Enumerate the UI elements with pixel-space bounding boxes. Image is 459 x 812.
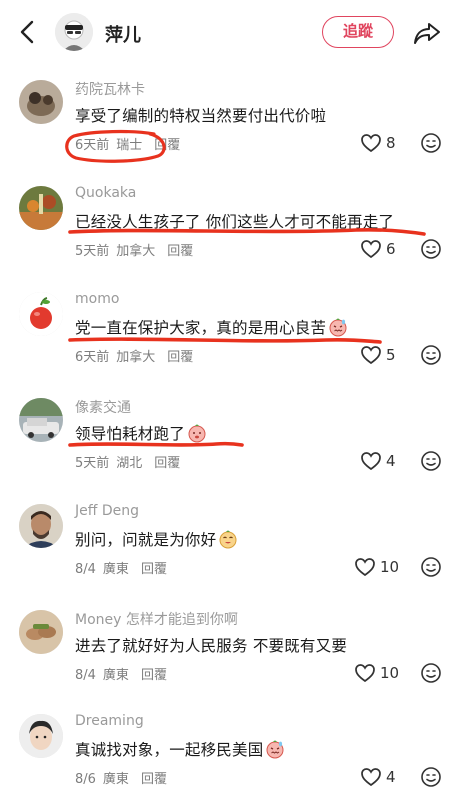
sweat-face-icon — [266, 740, 284, 759]
follow-button[interactable]: 追蹤 — [322, 16, 394, 48]
like-count: 10 — [380, 664, 400, 682]
heart-icon — [361, 240, 381, 259]
user-avatar[interactable] — [19, 610, 63, 654]
user-avatar[interactable] — [19, 714, 63, 758]
user-avatar[interactable] — [19, 504, 63, 548]
back-arrow-icon[interactable] — [14, 18, 42, 46]
comment-text: 享受了编制的特权当然要付出代价啦 — [75, 107, 327, 125]
comment-text-content: 别问，问就是为你好 — [75, 531, 217, 549]
comment-item: 像素交通 领导怕耗材跑了 5天前 湖北 回覆 4 — [0, 388, 459, 496]
comment-location: 湖北 — [116, 456, 143, 471]
comment-location: 廣東 — [102, 668, 129, 683]
comment-location: 瑞士 — [116, 138, 143, 153]
comment-text: 领导怕耗材跑了 — [75, 422, 207, 444]
comment-username[interactable]: Jeff Deng — [75, 503, 139, 519]
emoji-reaction-icon[interactable] — [420, 132, 442, 154]
comment-username[interactable]: Quokaka — [75, 185, 136, 201]
comment-meta: 8/6 廣東 回覆 — [75, 768, 174, 787]
comment-location: 廣東 — [102, 562, 129, 577]
top-bar: 萍儿 追蹤 — [0, 0, 459, 64]
like-count: 8 — [386, 134, 396, 152]
profile-avatar[interactable] — [55, 13, 93, 51]
heart-icon — [361, 346, 381, 365]
share-icon[interactable] — [412, 18, 442, 48]
comment-text: 别问，问就是为你好 — [75, 528, 238, 550]
comment-date: 8/4 — [75, 562, 96, 577]
like-count: 6 — [386, 240, 396, 258]
reply-button[interactable]: 回覆 — [154, 138, 180, 153]
comment-location: 加拿大 — [116, 244, 156, 259]
comment-text: 党一直在保护大家，真的是用心良苦 — [75, 316, 348, 338]
reply-button[interactable]: 回覆 — [154, 456, 180, 471]
comment-date: 6天前 — [75, 350, 110, 365]
comment-meta: 8/4 廣東 回覆 — [75, 664, 174, 683]
emoji-reaction-icon[interactable] — [420, 766, 442, 788]
like-button[interactable]: 10 — [354, 556, 399, 578]
comment-meta: 8/4 廣東 回覆 — [75, 558, 174, 577]
peach-face-icon — [188, 424, 206, 443]
comment-username[interactable]: 像素交通 — [75, 397, 131, 417]
heart-icon — [361, 134, 381, 153]
comment-item: Dreaming 真诚找对象，一起移民美国 8/6 廣東 回覆 4 — [0, 704, 459, 812]
reply-button[interactable]: 回覆 — [167, 244, 193, 259]
comment-date: 6天前 — [75, 138, 110, 153]
like-button[interactable]: 5 — [360, 344, 396, 366]
like-button[interactable]: 4 — [360, 766, 396, 788]
comment-meta: 5天前 加拿大 回覆 — [75, 240, 200, 259]
comment-item: Jeff Deng 别问，问就是为你好 8/4 廣東 回覆 10 — [0, 494, 459, 602]
user-avatar[interactable] — [19, 292, 63, 336]
like-button[interactable]: 8 — [360, 132, 396, 154]
happy-face-icon — [219, 530, 237, 549]
like-button[interactable]: 4 — [360, 450, 396, 472]
user-avatar[interactable] — [19, 186, 63, 230]
emoji-reaction-icon[interactable] — [420, 344, 442, 366]
comment-username[interactable]: 药院瓦林卡 — [75, 79, 145, 99]
comment-text: 进去了就好好为人民服务 不要既有又要 — [75, 637, 348, 655]
emoji-reaction-icon[interactable] — [420, 450, 442, 472]
like-count: 5 — [386, 346, 396, 364]
like-count: 10 — [380, 558, 400, 576]
comment-username[interactable]: Dreaming — [75, 713, 144, 729]
like-count: 4 — [386, 768, 396, 786]
heart-icon — [361, 452, 381, 471]
like-button[interactable]: 6 — [360, 238, 396, 260]
user-avatar[interactable] — [19, 80, 63, 124]
comment-location: 廣東 — [102, 772, 129, 787]
comment-item: momo 党一直在保护大家，真的是用心良苦 6天前 加拿大 回覆 5 — [0, 282, 459, 390]
reply-button[interactable]: 回覆 — [141, 668, 167, 683]
comment-username[interactable]: Money 怎样才能追到你啊 — [75, 609, 238, 629]
comment-meta: 6天前 瑞士 回覆 — [75, 134, 187, 153]
comment-date: 5天前 — [75, 456, 110, 471]
heart-icon — [361, 768, 381, 787]
like-button[interactable]: 10 — [354, 662, 399, 684]
user-avatar[interactable] — [19, 398, 63, 442]
comment-text-content: 真诚找对象，一起移民美国 — [75, 741, 264, 759]
profile-name: 萍儿 — [105, 25, 141, 46]
reply-button[interactable]: 回覆 — [167, 350, 193, 365]
comment-text-content: 领导怕耗材跑了 — [75, 425, 185, 443]
heart-icon — [355, 558, 375, 577]
reply-button[interactable]: 回覆 — [141, 772, 167, 787]
comment-username[interactable]: momo — [75, 291, 119, 307]
comment-date: 5天前 — [75, 244, 110, 259]
comment-text: 已经没人生孩子了 你们这些人才可不能再走了 — [75, 213, 395, 231]
emoji-reaction-icon[interactable] — [420, 662, 442, 684]
comment-date: 8/6 — [75, 772, 96, 787]
reply-button[interactable]: 回覆 — [141, 562, 167, 577]
comment-item: Quokaka 已经没人生孩子了 你们这些人才可不能再走了 5天前 加拿大 回覆 6 — [0, 176, 459, 284]
comment-location: 加拿大 — [116, 350, 156, 365]
comment-meta: 6天前 加拿大 回覆 — [75, 346, 200, 365]
comment-text-content: 党一直在保护大家，真的是用心良苦 — [75, 319, 327, 337]
comment-text: 真诚找对象，一起移民美国 — [75, 738, 285, 760]
heart-icon — [355, 664, 375, 683]
comment-item: Money 怎样才能追到你啊 进去了就好好为人民服务 不要既有又要 8/4 廣東回… — [0, 600, 459, 708]
emoji-reaction-icon[interactable] — [420, 238, 442, 260]
comment-meta: 5天前 湖北 回覆 — [75, 452, 187, 471]
comment-item: 药院瓦林卡 享受了编制的特权当然要付出代价啦 6天前 瑞士 回覆 8 — [0, 70, 459, 178]
emoji-reaction-icon[interactable] — [420, 556, 442, 578]
comment-date: 8/4 — [75, 668, 96, 683]
like-count: 4 — [386, 452, 396, 470]
sweat-face-icon — [329, 318, 347, 337]
